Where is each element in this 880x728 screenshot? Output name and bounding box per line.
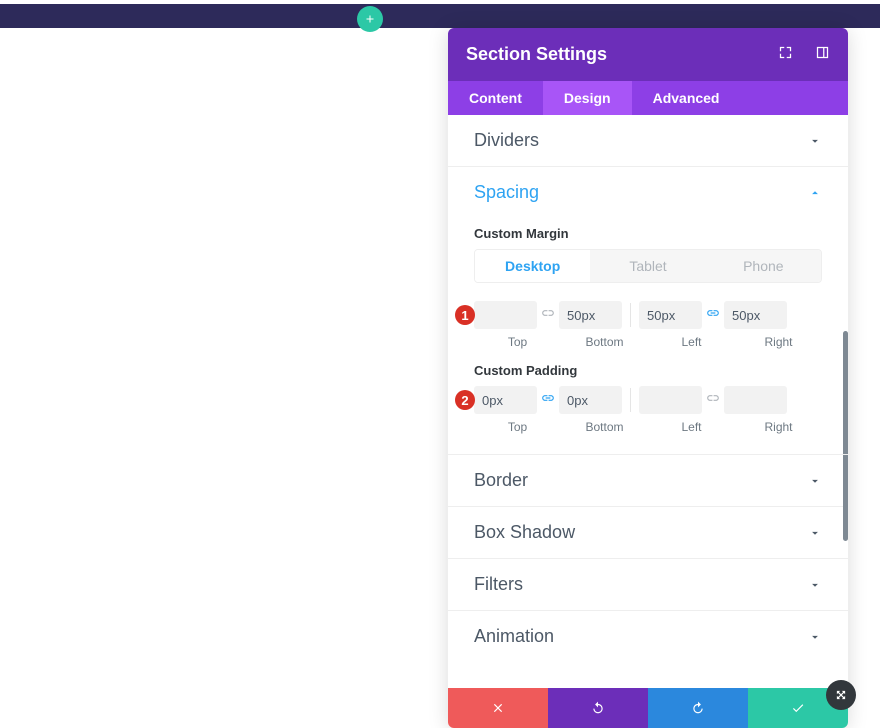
chevron-up-icon bbox=[808, 186, 822, 200]
margin-right-input[interactable] bbox=[724, 301, 787, 329]
dock-icon[interactable] bbox=[815, 45, 830, 65]
link-icon[interactable] bbox=[539, 391, 557, 410]
panel-footer bbox=[448, 688, 848, 728]
padding-inputs bbox=[474, 386, 822, 414]
accordion-dividers[interactable]: Dividers bbox=[448, 115, 848, 167]
spacing-section: Custom Margin Desktop Tablet Phone 1 bbox=[448, 226, 848, 455]
padding-right-input[interactable] bbox=[724, 386, 787, 414]
label-top: Top bbox=[474, 335, 561, 349]
chevron-down-icon bbox=[808, 134, 822, 148]
device-tab-desktop[interactable]: Desktop bbox=[475, 250, 590, 282]
label-left: Left bbox=[648, 335, 735, 349]
cancel-button[interactable] bbox=[448, 688, 548, 728]
accordion-label: Box Shadow bbox=[474, 522, 575, 543]
padding-left-input[interactable] bbox=[639, 386, 702, 414]
accordion-spacing[interactable]: Spacing bbox=[448, 167, 848, 218]
chevron-down-icon bbox=[808, 630, 822, 644]
accordion-label: Filters bbox=[474, 574, 523, 595]
device-tabs: Desktop Tablet Phone bbox=[474, 249, 822, 283]
chevron-down-icon bbox=[808, 474, 822, 488]
settings-panel: Section Settings Content Design Advanced… bbox=[448, 28, 848, 728]
panel-header: Section Settings bbox=[448, 28, 848, 81]
padding-top-input[interactable] bbox=[474, 386, 537, 414]
custom-padding-label: Custom Padding bbox=[474, 363, 822, 378]
tab-content[interactable]: Content bbox=[448, 81, 543, 115]
label-right: Right bbox=[735, 335, 822, 349]
margin-top-input[interactable] bbox=[474, 301, 537, 329]
unlink-icon[interactable] bbox=[539, 306, 557, 325]
label-left: Left bbox=[648, 420, 735, 434]
tab-bar: Content Design Advanced bbox=[448, 81, 848, 115]
margin-left-input[interactable] bbox=[639, 301, 702, 329]
device-tab-tablet[interactable]: Tablet bbox=[590, 250, 705, 282]
close-icon bbox=[491, 701, 505, 715]
device-tab-phone[interactable]: Phone bbox=[706, 250, 821, 282]
plus-icon bbox=[364, 13, 376, 25]
page-topbar bbox=[0, 4, 880, 28]
expand-icon bbox=[831, 685, 851, 705]
separator bbox=[630, 303, 631, 327]
undo-button[interactable] bbox=[548, 688, 648, 728]
redo-icon bbox=[691, 701, 705, 715]
add-section-button[interactable] bbox=[357, 6, 383, 32]
tab-design[interactable]: Design bbox=[543, 81, 632, 115]
accordion-label: Border bbox=[474, 470, 528, 491]
fullscreen-icon[interactable] bbox=[778, 45, 793, 65]
accordion-filters[interactable]: Filters bbox=[448, 559, 848, 611]
margin-side-labels: Top Bottom Left Right bbox=[474, 335, 822, 349]
accordion-border[interactable]: Border bbox=[448, 455, 848, 507]
undo-icon bbox=[591, 701, 605, 715]
custom-margin-label: Custom Margin bbox=[474, 226, 822, 241]
check-icon bbox=[791, 701, 805, 715]
label-top: Top bbox=[474, 420, 561, 434]
redo-button[interactable] bbox=[648, 688, 748, 728]
accordion-animation[interactable]: Animation bbox=[448, 611, 848, 662]
label-bottom: Bottom bbox=[561, 420, 648, 434]
panel-title: Section Settings bbox=[466, 44, 607, 65]
annotation-badge-2: 2 bbox=[455, 390, 475, 410]
label-bottom: Bottom bbox=[561, 335, 648, 349]
accordion-label: Animation bbox=[474, 626, 554, 647]
padding-side-labels: Top Bottom Left Right bbox=[474, 420, 822, 434]
chevron-down-icon bbox=[808, 526, 822, 540]
unlink-icon[interactable] bbox=[704, 391, 722, 410]
panel-body: Dividers Spacing Custom Margin Desktop T… bbox=[448, 115, 848, 688]
tab-advanced[interactable]: Advanced bbox=[632, 81, 741, 115]
separator bbox=[630, 388, 631, 412]
margin-bottom-input[interactable] bbox=[559, 301, 622, 329]
accordion-box-shadow[interactable]: Box Shadow bbox=[448, 507, 848, 559]
margin-inputs bbox=[474, 301, 822, 329]
accordion-label: Dividers bbox=[474, 130, 539, 151]
padding-bottom-input[interactable] bbox=[559, 386, 622, 414]
chevron-down-icon bbox=[808, 578, 822, 592]
accordion-label: Spacing bbox=[474, 182, 539, 203]
label-right: Right bbox=[735, 420, 822, 434]
link-icon[interactable] bbox=[704, 306, 722, 325]
annotation-badge-1: 1 bbox=[455, 305, 475, 325]
